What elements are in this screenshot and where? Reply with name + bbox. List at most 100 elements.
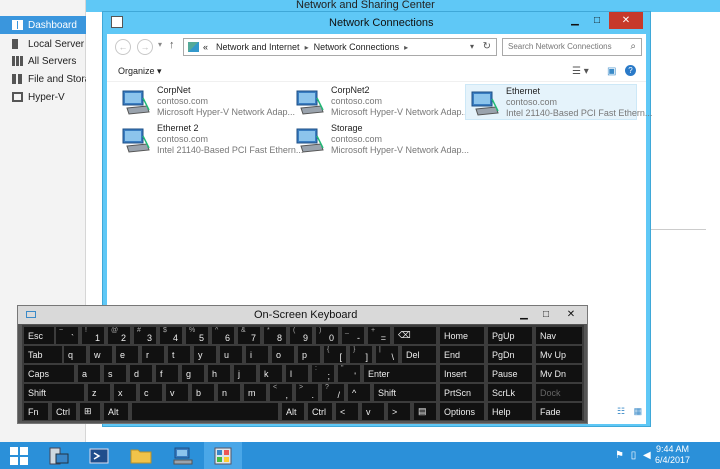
osk-key[interactable]: " ' — [338, 365, 360, 382]
osk-key[interactable]: Home — [440, 327, 484, 344]
sidebar-item-hyper-v[interactable]: Hyper-V — [0, 88, 86, 106]
osk-key[interactable]: + = — [368, 327, 390, 344]
osk-key[interactable]: o — [272, 346, 294, 363]
osk-key[interactable]: q — [64, 346, 86, 363]
osk-key[interactable]: w — [90, 346, 112, 363]
osk-key[interactable]: % 5 — [186, 327, 208, 344]
maximize-button[interactable]: □ — [587, 12, 607, 29]
osk-key[interactable]: :; — [312, 365, 334, 382]
osk-key[interactable]: Fade — [536, 403, 582, 420]
network-tray-icon[interactable]: ▯ — [631, 450, 637, 461]
osk-key[interactable]: r — [142, 346, 164, 363]
connection-item[interactable]: Ethernet 2 contoso.com Intel 21140-Based… — [117, 122, 303, 158]
preview-pane-icon[interactable]: ▣ — [607, 66, 616, 77]
osk-key[interactable]: n — [218, 384, 240, 401]
osk-key[interactable]: ScrLk — [488, 384, 532, 401]
osk-key[interactable]: (9 — [290, 327, 312, 344]
osk-key[interactable]: Mv Dn — [536, 365, 582, 382]
breadcrumb-network-connections[interactable]: Network Connections — [314, 42, 400, 52]
osk-key[interactable]: u — [220, 346, 242, 363]
osk-key[interactable]: * 8 — [264, 327, 286, 344]
osk-key[interactable]: }] — [350, 346, 372, 363]
osk-key[interactable]: _ - — [342, 327, 364, 344]
osk-key[interactable]: ! 1 — [82, 327, 104, 344]
osk-key[interactable]: a — [78, 365, 100, 382]
osk-key[interactable]: ) 0 — [316, 327, 338, 344]
osk-key[interactable]: Caps — [24, 365, 74, 382]
osk-title-bar[interactable]: On-Screen Keyboard ▁ □ ✕ — [18, 306, 587, 324]
clock[interactable]: 9:44 AM 6/4/2017 — [655, 444, 690, 466]
osk-key[interactable]: @2 — [108, 327, 130, 344]
osk-key[interactable]: z — [88, 384, 110, 401]
osk-key[interactable]: ^ 6 — [212, 327, 234, 344]
sidebar-item-dashboard[interactable]: Dashboard — [0, 16, 86, 34]
osk-close-button[interactable]: ✕ — [557, 307, 585, 322]
breadcrumb-network-internet[interactable]: Network and Internet — [216, 42, 300, 52]
osk-key[interactable]: h — [208, 365, 230, 382]
osk-key[interactable]: m — [244, 384, 266, 401]
nc-title-bar[interactable]: Network Connections ▁ □ ✕ — [103, 12, 650, 34]
osk-key[interactable]: f — [156, 365, 178, 382]
osk-key[interactable]: Del — [402, 346, 436, 363]
back-button[interactable]: ← — [115, 39, 131, 55]
minimize-button[interactable]: ▁ — [565, 12, 585, 29]
osk-key[interactable]: g — [182, 365, 204, 382]
osk-key[interactable]: Help — [488, 403, 532, 420]
osk-key[interactable]: e — [116, 346, 138, 363]
osk-minimize-button[interactable]: ▁ — [513, 307, 535, 322]
taskbar-control-panel[interactable] — [204, 442, 242, 469]
osk-key[interactable]: PgUp — [488, 327, 532, 344]
forward-button[interactable]: → — [137, 39, 153, 55]
connection-item-selected[interactable]: Ethernet contoso.com Intel 21140-Based P… — [465, 84, 652, 120]
osk-key[interactable]: End — [440, 346, 484, 363]
osk-key[interactable]: Esc — [24, 327, 54, 344]
osk-key[interactable]: ⊞ — [80, 403, 100, 420]
taskbar-server-manager[interactable] — [40, 442, 78, 469]
osk-key[interactable]: Alt — [104, 403, 128, 420]
connection-item[interactable]: CorpNet2 contoso.com Microsoft Hyper-V N… — [291, 84, 469, 120]
osk-key[interactable]: c — [140, 384, 162, 401]
osk-key[interactable]: Dock — [536, 384, 582, 401]
osk-key[interactable]: Alt — [282, 403, 304, 420]
osk-key[interactable]: > — [388, 403, 410, 420]
up-arrow-icon[interactable]: ↑ — [169, 39, 175, 51]
osk-key[interactable]: t — [168, 346, 190, 363]
osk-key[interactable]: ~ ` — [56, 327, 78, 344]
large-icons-view-icon[interactable]: ▦ — [634, 406, 643, 416]
osk-key[interactable]: Nav — [536, 327, 582, 344]
osk-key[interactable]: {[ — [324, 346, 346, 363]
osk-key[interactable]: Options — [440, 403, 484, 420]
osk-key[interactable]: PgDn — [488, 346, 532, 363]
search-input[interactable]: Search Network Connections ⌕ — [502, 38, 642, 56]
osk-key[interactable]: >. — [296, 384, 318, 401]
osk-key[interactable]: v — [362, 403, 384, 420]
osk-key[interactable]: & 7 — [238, 327, 260, 344]
sidebar-item-all-servers[interactable]: All Servers — [0, 52, 86, 70]
osk-key[interactable]: #3 — [134, 327, 156, 344]
osk-key[interactable]: Mv Up — [536, 346, 582, 363]
osk-key[interactable]: l — [286, 365, 308, 382]
taskbar-file-explorer[interactable] — [122, 442, 160, 469]
address-dropdown-icon[interactable]: ▾ — [470, 42, 474, 51]
details-view-icon[interactable]: ☷ — [617, 406, 625, 416]
search-icon[interactable]: ⌕ — [630, 41, 636, 52]
help-icon[interactable]: ? — [625, 65, 636, 76]
osk-key[interactable]: x — [114, 384, 136, 401]
osk-key[interactable]: | \ — [376, 346, 398, 363]
osk-key[interactable]: ^ — [348, 384, 370, 401]
connection-item[interactable]: CorpNet contoso.com Microsoft Hyper-V Ne… — [117, 84, 295, 120]
osk-key[interactable]: p — [298, 346, 320, 363]
taskbar-network[interactable] — [164, 442, 202, 469]
connection-item[interactable]: Storage contoso.com Microsoft Hyper-V Ne… — [291, 122, 469, 158]
recent-dropdown-icon[interactable]: ▾ — [158, 40, 162, 49]
osk-key[interactable]: Fn — [24, 403, 48, 420]
osk-maximize-button[interactable]: □ — [535, 307, 557, 322]
action-center-icon[interactable]: ⚑ — [615, 450, 624, 461]
refresh-icon[interactable]: ↻ — [483, 41, 491, 52]
osk-key[interactable]: PrtScn — [440, 384, 484, 401]
start-button[interactable] — [0, 442, 38, 469]
organize-button[interactable]: Organize ▾ — [118, 66, 162, 77]
osk-key[interactable]: Enter — [364, 365, 436, 382]
osk-key[interactable]: k — [260, 365, 282, 382]
osk-key[interactable]: ? / — [322, 384, 344, 401]
